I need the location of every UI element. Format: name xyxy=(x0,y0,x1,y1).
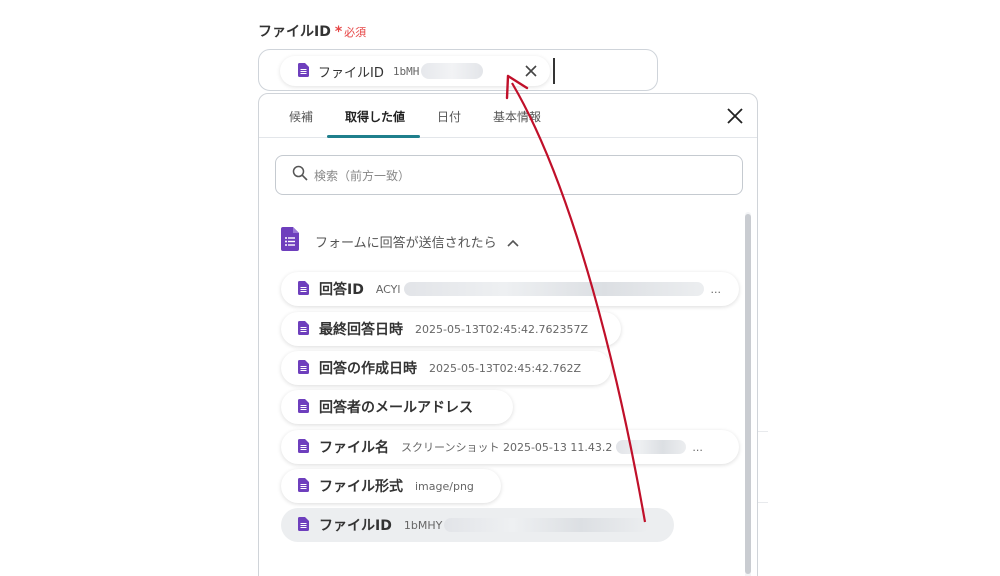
panel-close-icon[interactable] xyxy=(725,106,745,126)
tab-date[interactable]: 日付 xyxy=(437,108,461,125)
doc-icon xyxy=(298,320,309,339)
item-value: 2025-05-13T02:45:42.762Z xyxy=(429,361,582,375)
doc-icon xyxy=(298,280,309,299)
list-item-file-format[interactable]: ファイル形式 image/png xyxy=(281,469,501,503)
chip-value: 1bMH xyxy=(392,64,420,78)
item-name: 最終回答日時 xyxy=(319,322,403,338)
redacted-value xyxy=(421,63,484,79)
chip-label: ファイルID xyxy=(318,65,384,81)
background-divider xyxy=(758,502,768,503)
doc-icon xyxy=(298,359,309,378)
item-value: 2025-05-13T02:45:42.762357Z xyxy=(415,322,589,336)
required-indicator: * 必須 xyxy=(334,24,367,40)
list-item-file-name[interactable]: ファイル名 スクリーンショット 2025-05-13 11.43.2 ... xyxy=(281,430,739,464)
search-input[interactable]: 検索（前方一致） xyxy=(275,155,743,195)
file-id-input[interactable]: ファイルID 1bMH xyxy=(258,49,658,91)
search-icon xyxy=(292,165,308,185)
list-item-response-id[interactable]: 回答ID ACYl ... xyxy=(281,272,739,306)
doc-icon xyxy=(298,398,309,417)
text-caret xyxy=(553,58,555,84)
selected-value-chip[interactable]: ファイルID 1bMH xyxy=(280,56,550,86)
active-tab-indicator xyxy=(327,135,420,138)
value-picker-panel: 候補 取得した値 日付 基本情報 検索（前方一致） フォームに回答が送信されたら… xyxy=(258,93,758,576)
doc-icon xyxy=(298,477,309,496)
item-value: image/png xyxy=(415,479,474,493)
tab-acquired-values[interactable]: 取得した値 xyxy=(345,108,405,125)
search-placeholder: 検索（前方一致） xyxy=(314,168,411,183)
tab-basic-info[interactable]: 基本情報 xyxy=(493,108,541,125)
google-forms-icon xyxy=(281,227,299,255)
list-item-respondent-email[interactable]: 回答者のメールアドレス xyxy=(281,390,513,424)
item-value: ACYl xyxy=(375,282,401,296)
chip-close-icon[interactable] xyxy=(522,62,540,80)
item-name: 回答者のメールアドレス xyxy=(319,400,473,416)
item-value: スクリーンショット 2025-05-13 11.43.2 xyxy=(401,441,613,454)
group-title: フォームに回答が送信されたら xyxy=(315,235,497,251)
redacted-value xyxy=(616,440,687,454)
redacted-value xyxy=(444,518,650,532)
tab-candidates[interactable]: 候補 xyxy=(289,108,313,125)
tab-bar: 候補 取得した値 日付 基本情報 xyxy=(259,94,757,138)
doc-icon xyxy=(298,62,309,81)
list-item-file-id[interactable]: ファイルID 1bMHY xyxy=(281,508,674,542)
chevron-up-icon[interactable] xyxy=(507,232,519,251)
item-name: ファイル形式 xyxy=(319,479,403,495)
list-item-response-created-time[interactable]: 回答の作成日時 2025-05-13T02:45:42.762Z xyxy=(281,351,611,385)
item-name: 回答の作成日時 xyxy=(319,361,417,377)
item-name: ファイル名 xyxy=(319,440,389,456)
item-value: 1bMHY xyxy=(403,518,443,532)
scrollbar-thumb[interactable] xyxy=(745,214,751,574)
field-label-text: ファイルID xyxy=(258,24,331,40)
redacted-value xyxy=(404,282,705,296)
doc-icon xyxy=(298,438,309,457)
field-label: ファイルID * 必須 xyxy=(258,21,366,41)
item-name: 回答ID xyxy=(319,282,364,298)
doc-icon xyxy=(298,516,309,535)
item-name: ファイルID xyxy=(319,518,392,534)
trigger-group-header[interactable]: フォームに回答が送信されたら xyxy=(281,227,519,255)
list-item-last-response-time[interactable]: 最終回答日時 2025-05-13T02:45:42.762357Z xyxy=(281,312,621,346)
background-divider xyxy=(758,431,768,432)
